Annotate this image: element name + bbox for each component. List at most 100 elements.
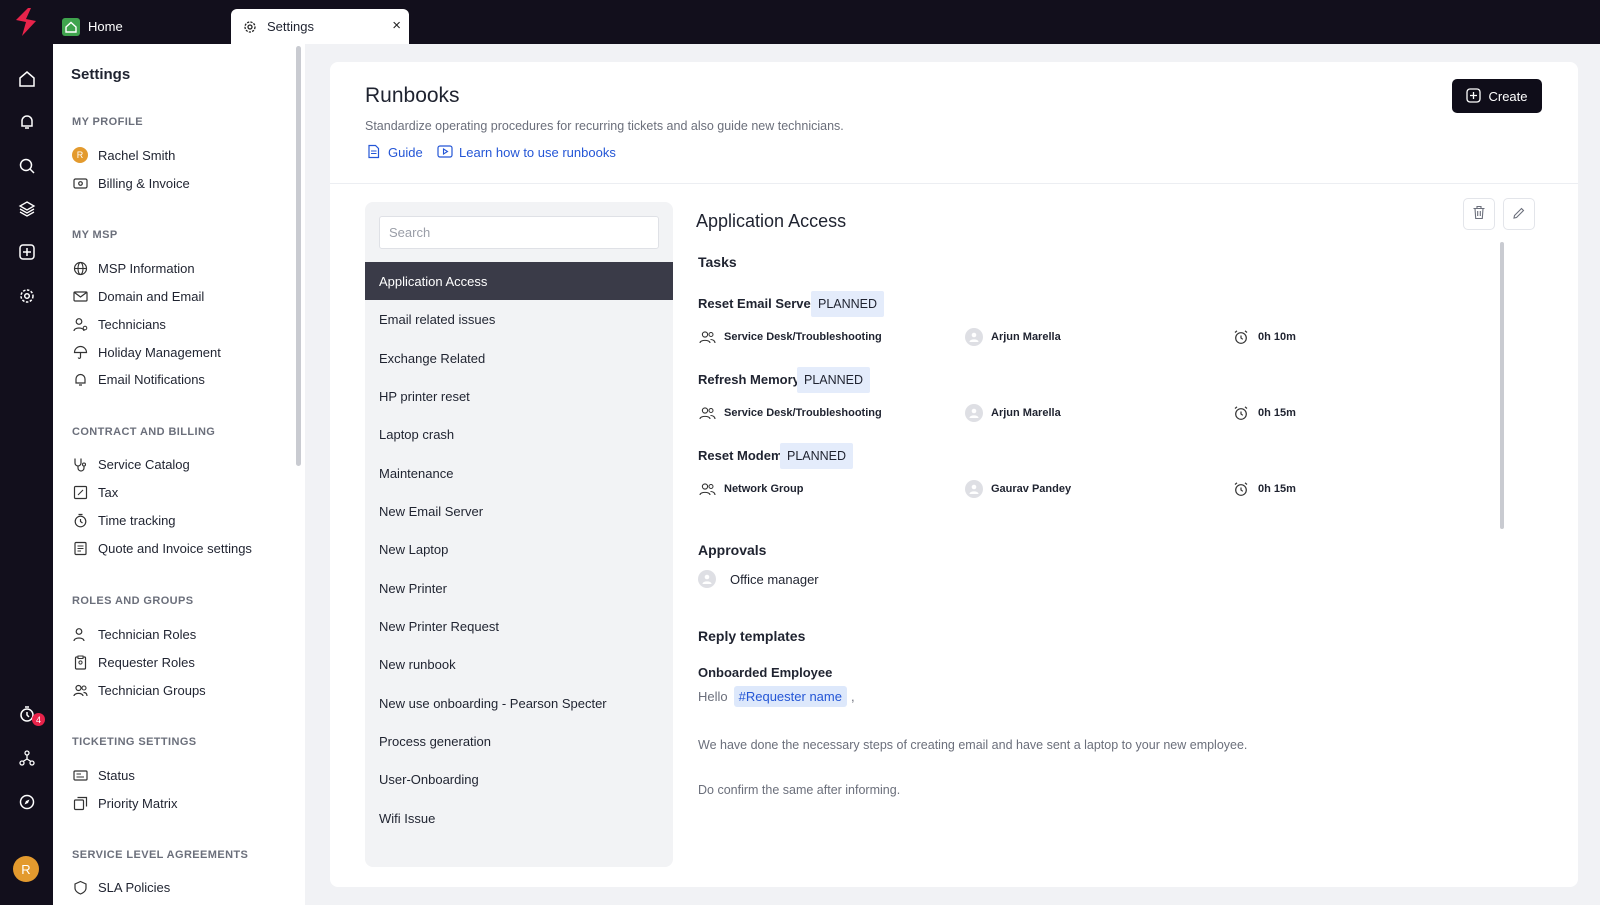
sidebar-item-holiday[interactable]: Holiday Management (72, 341, 221, 363)
sidebar-item-status[interactable]: Status (72, 764, 135, 786)
list-item[interactable]: Maintenance (365, 454, 673, 492)
runbooks-panel: Runbooks Standardize operating procedure… (330, 62, 1578, 887)
policy-icon (72, 879, 88, 895)
list-item[interactable]: Application Access (365, 262, 673, 300)
list-item[interactable]: New Email Server (365, 492, 673, 530)
learn-runbooks-link[interactable]: Learn how to use runbooks (437, 144, 616, 160)
task-group: Service Desk/Troubleshooting (698, 404, 882, 422)
sidebar-item-technician-groups[interactable]: Technician Groups (72, 679, 206, 701)
create-button[interactable]: Create (1452, 79, 1542, 113)
compass-icon[interactable] (16, 791, 38, 813)
runbook-title: Application Access (696, 211, 847, 231)
trash-icon (1472, 205, 1486, 223)
search-icon[interactable] (16, 155, 38, 177)
sidebar-title: Settings (71, 66, 131, 83)
tab-home[interactable]: Home (54, 9, 226, 44)
users-icon (698, 480, 716, 498)
detail-scrollbar[interactable] (1500, 242, 1504, 529)
home-icon (62, 17, 80, 36)
list-item[interactable]: New runbook (365, 645, 673, 683)
search-input[interactable] (379, 216, 659, 249)
task-assignee: Arjun Marella (965, 404, 1061, 422)
sidebar-item-label: Holiday Management (98, 344, 221, 360)
sidebar-item-label: Quote and Invoice settings (98, 540, 252, 556)
network-icon[interactable] (16, 747, 38, 769)
sidebar-item-domain-email[interactable]: Domain and Email (72, 285, 204, 307)
sidebar-item-label: Technician Groups (98, 682, 206, 698)
list-item[interactable]: Exchange Related (365, 339, 673, 377)
app-logo[interactable] (10, 6, 42, 38)
tab-settings[interactable]: Settings × (231, 9, 409, 44)
sidebar-item-email-notifications[interactable]: Email Notifications (72, 368, 205, 390)
home-icon[interactable] (16, 68, 38, 90)
learn-link-label: Learn how to use runbooks (459, 144, 616, 160)
list-item[interactable]: Laptop crash (365, 415, 673, 453)
task-assignee-label: Arjun Marella (991, 407, 1061, 419)
status-badge: PLANNED (780, 443, 854, 469)
status-icon (72, 767, 88, 783)
add-icon (1466, 88, 1482, 104)
sidebar-item-label: Rachel Smith (98, 147, 176, 163)
task-name[interactable]: Reset Email Server (698, 296, 816, 311)
approver-label: Office manager (730, 571, 819, 587)
template-paragraph: Do confirm the same after informing. (698, 783, 901, 797)
clipboard-icon (72, 654, 88, 670)
sidebar-item-quote-invoice[interactable]: Quote and Invoice settings (72, 537, 252, 559)
settings-icon[interactable] (16, 285, 38, 307)
sidebar-item-tax[interactable]: Tax (72, 481, 118, 503)
pencil-icon (1512, 206, 1526, 223)
sidebar-item-requester-roles[interactable]: Requester Roles (72, 651, 195, 673)
left-rail: 4 R (0, 44, 53, 905)
task-name[interactable]: Reset Modem (698, 448, 783, 463)
task-group: Network Group (698, 480, 803, 498)
add-icon[interactable] (16, 241, 38, 263)
edit-button[interactable] (1503, 198, 1535, 230)
greeting-text: Hello (698, 689, 728, 704)
task-name[interactable]: Refresh Memory (698, 372, 800, 387)
task-assignee-label: Arjun Marella (991, 331, 1061, 343)
sidebar-item-service-catalog[interactable]: Service Catalog (72, 453, 190, 475)
list-item[interactable]: New use onboarding - Pearson Specter (365, 684, 673, 722)
list-item[interactable]: New Printer Request (365, 607, 673, 645)
gear-icon (241, 18, 259, 36)
delete-button[interactable] (1463, 198, 1495, 230)
tab-home-label: Home (88, 19, 123, 34)
sidebar-item-label: Technicians (98, 316, 166, 332)
sidebar-scrollbar[interactable] (296, 46, 301, 466)
layers-icon[interactable] (16, 198, 38, 220)
list-item[interactable]: New Printer (365, 569, 673, 607)
stethoscope-icon (72, 456, 88, 472)
list-item[interactable]: Process generation (365, 722, 673, 760)
bell-icon[interactable] (16, 111, 38, 133)
list-item[interactable]: HP printer reset (365, 377, 673, 415)
user-avatar[interactable]: R (13, 856, 39, 882)
list-item[interactable]: Wifi Issue (365, 799, 673, 837)
users-icon (698, 328, 716, 346)
close-tab-button[interactable]: × (392, 17, 401, 34)
section-ticketing-settings: TICKETING SETTINGS (72, 736, 197, 748)
billing-icon (72, 175, 88, 191)
document-icon (366, 144, 382, 160)
sidebar-item-label: Email Notifications (98, 371, 205, 387)
task-duration-label: 0h 10m (1258, 331, 1296, 343)
sidebar-item-sla-policies[interactable]: SLA Policies (72, 876, 170, 898)
page-title: Runbooks (365, 84, 460, 107)
list-item[interactable]: Email related issues (365, 300, 673, 338)
video-icon (437, 144, 453, 160)
sidebar-item-technicians[interactable]: Technicians (72, 313, 166, 335)
list-item[interactable]: User-Onboarding (365, 760, 673, 798)
section-roles-groups: ROLES AND GROUPS (72, 595, 194, 607)
technician-icon (72, 316, 88, 332)
sidebar-item-time-tracking[interactable]: Time tracking (72, 509, 176, 531)
sidebar-item-rachel-smith[interactable]: R Rachel Smith (72, 144, 175, 166)
sidebar-item-technician-roles[interactable]: Technician Roles (72, 623, 196, 645)
sidebar-item-priority-matrix[interactable]: Priority Matrix (72, 792, 177, 814)
avatar (965, 404, 983, 422)
task-group-label: Network Group (724, 483, 804, 495)
header-divider (330, 183, 1578, 184)
sidebar-item-billing[interactable]: Billing & Invoice (72, 172, 190, 194)
guide-link[interactable]: Guide (366, 144, 423, 160)
stopwatch-icon (72, 512, 88, 528)
sidebar-item-msp-information[interactable]: MSP Information (72, 257, 195, 279)
list-item[interactable]: New Laptop (365, 530, 673, 568)
